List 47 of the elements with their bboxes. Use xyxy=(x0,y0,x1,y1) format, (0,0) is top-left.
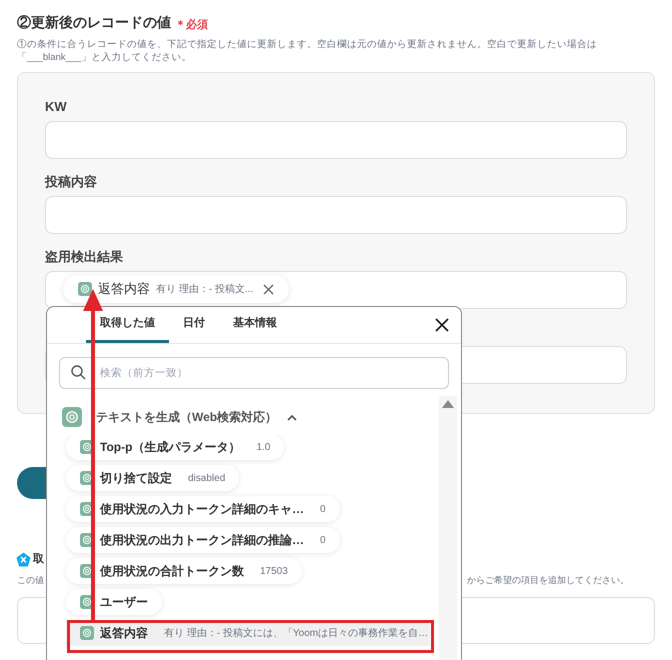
chevron-up-icon[interactable] xyxy=(287,414,298,420)
item-value: 0 xyxy=(320,534,326,548)
item-value: 1.0 xyxy=(256,440,270,454)
logo-icon xyxy=(80,626,94,640)
group-title: テキストを生成（Web検索対応） xyxy=(96,409,278,426)
required-label: ＊必須 xyxy=(175,18,208,32)
item-value: 0 xyxy=(320,502,326,516)
item-name: 使用状況の合計トークン数 xyxy=(100,563,244,580)
field-label: 盗用検出結果 xyxy=(45,248,124,266)
tab[interactable]: 基本情報 xyxy=(219,307,291,343)
value-list-item[interactable]: 使用状況の出力トークン詳細の推論… 0 xyxy=(66,527,340,553)
scroll-up-icon[interactable] xyxy=(442,400,454,408)
item-value: 17503 xyxy=(260,564,288,578)
chip-label: 返答内容 xyxy=(98,280,150,298)
logo-icon xyxy=(62,407,82,427)
value-list-item[interactable]: 使用状況の入力トークン詳細のキャ… 0 xyxy=(66,496,340,522)
value-list-item[interactable]: 使用状況の合計トークン数 17503 xyxy=(66,558,302,584)
item-name: ユーザー xyxy=(100,594,148,611)
item-name: 返答内容 xyxy=(100,625,148,642)
search-icon xyxy=(71,365,86,380)
item-name: 切り捨て設定 xyxy=(100,470,172,487)
logo-icon xyxy=(78,282,92,296)
field-label: KW xyxy=(45,98,68,116)
value-list-item[interactable]: 切り捨て設定 disabled xyxy=(66,465,240,491)
item-name: 使用状況の入力トークン詳細のキャ… xyxy=(100,501,304,518)
item-value: disabled xyxy=(188,472,226,486)
search-field[interactable]: 検索（前方一致） xyxy=(59,357,449,389)
close-icon[interactable] xyxy=(435,318,449,332)
value-list-item[interactable]: ユーザー xyxy=(66,589,162,615)
section-description: ①の条件に合うレコードの値を、下記で指定した値に更新します。空白欄は元の値から更新されません。空白で更新したい場合は「___blank___」と入力してください。 xyxy=(17,38,598,64)
section-title: ②更新後のレコードの値 xyxy=(17,13,171,32)
field-label: 投稿内容 xyxy=(45,173,98,191)
section-title: 取 xyxy=(33,552,44,567)
value-chip[interactable]: 返答内容 有り 理由：- 投稿文... xyxy=(63,275,290,303)
scrollbar[interactable] xyxy=(439,396,457,660)
chip-value: 有り 理由：- 投稿文... xyxy=(156,282,254,296)
input-field[interactable]: 返答内容 有り 理由：- 投稿文... xyxy=(45,271,627,309)
item-value: 有り 理由：- 投稿文には、「Yoomは日々の事務作業を自… xyxy=(164,626,428,640)
section-description: からご希望の項目を追加してください。 xyxy=(467,574,629,586)
section-description: この値 xyxy=(17,574,44,586)
input-field[interactable] xyxy=(45,196,627,234)
tab[interactable]: 日付 xyxy=(169,307,219,343)
x-pentagon-icon xyxy=(16,552,31,567)
item-name: Top-p（生成パラメータ） xyxy=(100,439,240,456)
input-field[interactable] xyxy=(45,121,627,159)
item-name: 使用状況の出力トークン詳細の推論… xyxy=(100,532,304,549)
value-list-item[interactable]: Top-p（生成パラメータ） 1.0 xyxy=(66,434,284,460)
